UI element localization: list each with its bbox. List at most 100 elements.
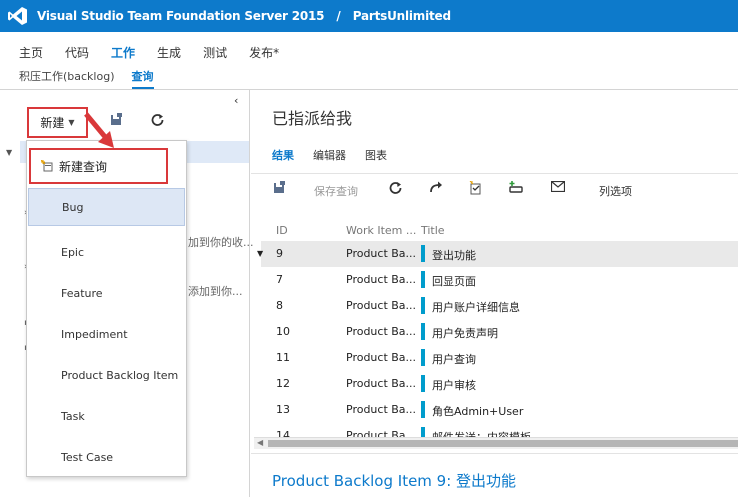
new-button[interactable]: 新建 ▼ — [27, 107, 88, 138]
table-row[interactable]: 11 Product Ba... 用户查询 — [261, 345, 738, 371]
link-icon[interactable] — [509, 181, 524, 197]
tab-editor[interactable]: 编辑器 — [313, 147, 346, 166]
row-type: Product Ba... — [346, 403, 415, 416]
table-row[interactable]: ▼ 9 Product Ba... 登出功能 — [257, 241, 738, 267]
refresh-icon[interactable] — [151, 113, 164, 130]
row-type: Product Ba... — [346, 429, 415, 437]
row-title: 用户审核 — [432, 379, 476, 392]
redo-icon[interactable] — [429, 181, 443, 197]
sub-tabs: 积压工作(backlog) 查询 — [19, 68, 171, 89]
new-query-menu-item[interactable]: 新建查询 — [29, 148, 168, 184]
query-description-fragment: 加到你的收... — [188, 236, 254, 249]
row-title: 邮件发送：内容模板 — [432, 429, 531, 437]
query-results-pane: 已指派给我 结果 编辑器 图表 保存查询 列选项 ID Work Item ..… — [251, 90, 738, 497]
column-header-title[interactable]: Title — [421, 224, 445, 237]
hub-release[interactable]: 发布* — [249, 44, 279, 61]
pbi-color-bar — [421, 323, 425, 340]
new-query-label: 新建查询 — [59, 159, 108, 174]
mail-icon[interactable] — [550, 180, 566, 195]
new-button-label: 新建 — [40, 116, 65, 130]
row-id: 10 — [276, 325, 290, 338]
table-row[interactable]: 12 Product Ba... 用户审核 — [261, 371, 738, 397]
row-id: 7 — [276, 273, 283, 286]
hub-test[interactable]: 测试 — [203, 44, 227, 61]
divider — [251, 453, 738, 454]
row-id: 8 — [276, 299, 283, 312]
row-id: 9 — [276, 247, 283, 260]
hub-build[interactable]: 生成 — [157, 44, 181, 61]
breadcrumb-separator: / — [336, 9, 341, 23]
new-query-icon — [40, 159, 53, 172]
row-type: Product Ba... — [346, 377, 415, 390]
pbi-color-bar — [421, 375, 425, 392]
query-icon[interactable] — [469, 180, 483, 198]
tab-backlog[interactable]: 积压工作(backlog) — [19, 68, 115, 89]
hub-work[interactable]: 工作 — [111, 44, 135, 61]
column-header-id[interactable]: ID — [276, 224, 288, 237]
new-work-item-menu: 新建查询 Bug Epic Feature Impediment Product… — [26, 140, 187, 477]
menu-item-task[interactable]: Task — [28, 397, 185, 435]
project-name[interactable]: PartsUnlimited — [353, 9, 451, 23]
row-id: 12 — [276, 377, 290, 390]
tab-charts[interactable]: 图表 — [365, 147, 387, 166]
table-row[interactable]: 10 Product Ba... 用户免责声明 — [261, 319, 738, 345]
row-type: Product Ba... — [346, 325, 415, 338]
tab-results[interactable]: 结果 — [272, 147, 294, 166]
menu-item-bug[interactable]: Bug — [28, 188, 185, 226]
row-title: 登出功能 — [432, 249, 476, 262]
row-type: Product Ba... — [346, 299, 415, 312]
title-bar: Visual Studio Team Foundation Server 201… — [0, 0, 738, 32]
page-title: 已指派给我 — [272, 109, 353, 128]
grid-header: ID Work Item ... Title — [251, 222, 738, 240]
row-title: 角色Admin+User — [432, 405, 524, 418]
tab-queries[interactable]: 查询 — [131, 68, 154, 89]
scrollbar-thumb[interactable] — [268, 440, 738, 447]
server-name[interactable]: Visual Studio Team Foundation Server 201… — [37, 9, 325, 23]
pbi-color-bar — [421, 401, 425, 418]
row-id: 14 — [276, 429, 290, 437]
pbi-color-bar — [421, 297, 425, 314]
visual-studio-logo-icon[interactable] — [6, 4, 30, 28]
pbi-color-bar — [421, 349, 425, 366]
expand-caret-icon[interactable]: ▼ — [6, 148, 12, 157]
tfs-window: Visual Studio Team Foundation Server 201… — [0, 0, 738, 497]
column-header-work-item-type[interactable]: Work Item ... — [346, 224, 416, 237]
results-toolbar: 保存查询 列选项 — [251, 173, 738, 203]
top-navigation: 主页 代码 工作 生成 测试 发布* 积压工作(backlog) 查询 — [0, 32, 738, 90]
column-options-button[interactable]: 列选项 — [599, 183, 632, 199]
save-query-button[interactable]: 保存查询 — [314, 183, 358, 199]
chevron-down-icon: ▼ — [68, 118, 75, 127]
row-title: 用户查询 — [432, 353, 476, 366]
table-row[interactable]: 8 Product Ba... 用户账户详细信息 — [261, 293, 738, 319]
row-title: 回显页面 — [432, 275, 476, 288]
menu-item-feature[interactable]: Feature — [28, 274, 185, 312]
hub-tabs: 主页 代码 工作 生成 测试 发布* — [19, 44, 301, 61]
row-title: 用户免责声明 — [432, 327, 498, 340]
row-title: 用户账户详细信息 — [432, 301, 520, 314]
row-type: Product Ba... — [346, 273, 415, 286]
horizontal-scrollbar[interactable]: ◀ — [254, 437, 738, 449]
menu-item-test-case[interactable]: Test Case — [28, 438, 185, 476]
menu-item-product-backlog-item[interactable]: Product Backlog Item — [28, 356, 185, 394]
table-row[interactable]: 7 Product Ba... 回显页面 — [261, 267, 738, 293]
menu-item-epic[interactable]: Epic — [28, 233, 185, 271]
save-icon[interactable] — [110, 113, 123, 130]
pbi-color-bar — [421, 271, 425, 288]
save-icon[interactable] — [273, 181, 286, 197]
results-tabs: 结果 编辑器 图表 — [272, 147, 406, 166]
collapse-chevron-icon[interactable]: ‹ — [234, 94, 238, 107]
hub-code[interactable]: 代码 — [65, 44, 89, 61]
scroll-left-icon[interactable]: ◀ — [257, 438, 263, 447]
row-caret-icon: ▼ — [257, 249, 264, 258]
pbi-color-bar — [421, 427, 425, 437]
row-id: 11 — [276, 351, 290, 364]
table-row[interactable]: 14 Product Ba... 邮件发送：内容模板 — [261, 423, 738, 437]
work-item-detail-title[interactable]: Product Backlog Item 9: 登出功能 — [272, 470, 516, 491]
row-type: Product Ba... — [346, 351, 415, 364]
table-row[interactable]: 13 Product Ba... 角色Admin+User — [261, 397, 738, 423]
row-id: 13 — [276, 403, 290, 416]
refresh-icon[interactable] — [389, 181, 402, 197]
results-grid: ▼ 9 Product Ba... 登出功能 7 Product Ba... 回… — [251, 241, 738, 437]
hub-home[interactable]: 主页 — [19, 44, 43, 61]
menu-item-impediment[interactable]: Impediment — [28, 315, 185, 353]
